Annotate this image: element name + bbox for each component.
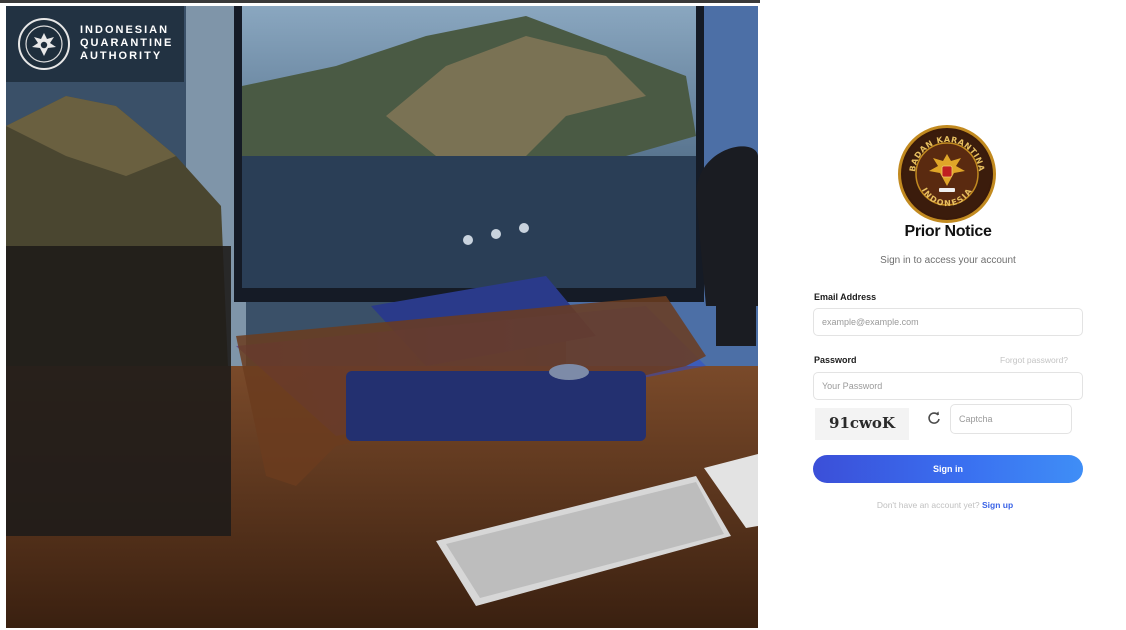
sign-up-link[interactable]: Sign up	[982, 500, 1013, 510]
garuda-emblem-icon	[18, 18, 70, 70]
brand-name-line-2: QUARANTINE	[80, 37, 174, 49]
signup-prompt: Don't have an account yet?	[876, 500, 980, 510]
password-field[interactable]	[813, 372, 1083, 400]
refresh-captcha-button[interactable]	[925, 409, 943, 427]
captcha-code: 91cwoK	[829, 414, 895, 432]
emblem-graphic: BADAN KARANTINA INDONESIA	[903, 130, 991, 218]
page-subtitle: Sign in to access your account	[880, 255, 1016, 266]
captcha-field[interactable]	[950, 404, 1072, 434]
signup-row: Don't have an account yet? Sign up	[840, 500, 1050, 510]
brand-name-line-3: AUTHORITY	[80, 50, 163, 62]
captcha-image: 91cwoK	[815, 408, 909, 440]
password-label: Password	[814, 355, 857, 365]
email-label: Email Address	[814, 292, 877, 302]
login-page: INDONESIAN QUARANTINE AUTHORITY BADAN KA…	[0, 0, 1126, 630]
desk-scene-illustration	[6, 6, 758, 628]
sign-in-button[interactable]: Sign in	[813, 455, 1083, 483]
hero-image: INDONESIAN QUARANTINE AUTHORITY	[6, 6, 758, 628]
email-field[interactable]	[813, 308, 1083, 336]
brand-name-line-1: INDONESIAN	[80, 24, 170, 36]
page-title: Prior Notice	[904, 223, 992, 240]
garuda-icon	[25, 25, 63, 63]
forgot-password-link[interactable]: Forgot password?	[1000, 355, 1068, 365]
refresh-icon	[928, 411, 940, 424]
brand-header: INDONESIAN QUARANTINE AUTHORITY	[6, 6, 184, 82]
badan-karantina-indonesia-emblem-icon: BADAN KARANTINA INDONESIA	[898, 125, 996, 223]
